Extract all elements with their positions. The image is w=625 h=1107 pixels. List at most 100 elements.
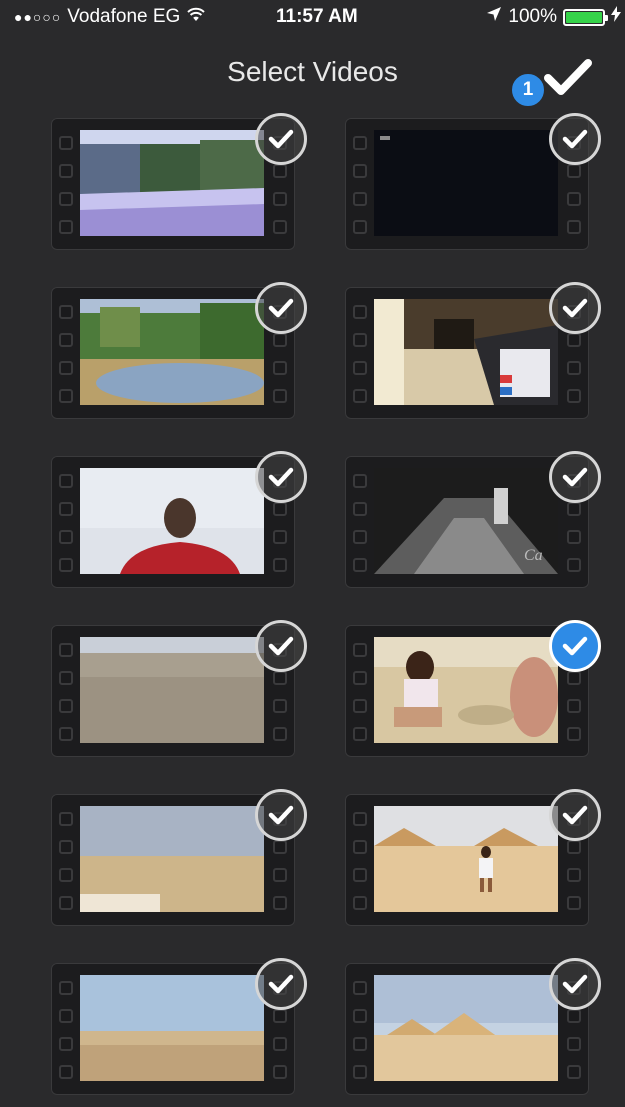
film-sprocket (59, 192, 73, 206)
film-sprocket (273, 1009, 287, 1023)
film-sprocket (353, 220, 367, 234)
film-sprocket (59, 558, 73, 572)
video-tile[interactable] (345, 620, 601, 757)
video-thumbnail (80, 806, 264, 912)
video-tile[interactable]: Ca (345, 451, 601, 588)
film-sprocket (567, 727, 581, 741)
status-bar: ●●○○○ Vodafone EG 11:57 AM 100% (0, 0, 625, 34)
film-sprocket (353, 389, 367, 403)
film-sprocket (59, 502, 73, 516)
checkmark-icon[interactable] (255, 113, 307, 165)
video-tile[interactable] (345, 282, 601, 419)
checkmark-icon[interactable] (255, 789, 307, 841)
film-sprocket (353, 840, 367, 854)
video-thumbnail (80, 130, 264, 236)
film-sprocket (273, 192, 287, 206)
video-tile[interactable] (345, 113, 601, 250)
video-tile[interactable] (51, 620, 307, 757)
film-sprocket (353, 192, 367, 206)
film-sprocket (273, 868, 287, 882)
film-sprocket (567, 502, 581, 516)
video-tile[interactable] (345, 958, 601, 1095)
battery-icon (563, 8, 608, 26)
film-sprocket (353, 474, 367, 488)
film-sprocket (273, 558, 287, 572)
film-sprocket (273, 840, 287, 854)
video-thumbnail (80, 299, 264, 405)
film-sprocket (567, 220, 581, 234)
select-videos-screen: ●●○○○ Vodafone EG 11:57 AM 100% Select V… (0, 0, 625, 1107)
checkmark-icon[interactable] (549, 958, 601, 1010)
film-sprocket (353, 333, 367, 347)
video-tile[interactable] (345, 789, 601, 926)
film-sprocket (567, 333, 581, 347)
film-sprocket (567, 530, 581, 544)
nav-bar: Select Videos 1 (0, 34, 625, 108)
film-sprocket (567, 389, 581, 403)
selected-count-badge: 1 (510, 72, 546, 108)
film-sprocket (59, 164, 73, 178)
video-thumbnail (374, 299, 558, 405)
video-thumbnail: Ca (374, 468, 558, 574)
film-sprocket (59, 220, 73, 234)
checkmark-icon[interactable] (255, 451, 307, 503)
film-sprocket (273, 1037, 287, 1051)
film-sprocket (567, 868, 581, 882)
video-thumbnail (80, 975, 264, 1081)
selected-checkmark-icon[interactable] (549, 620, 601, 672)
film-sprocket (567, 840, 581, 854)
checkmark-icon[interactable] (549, 113, 601, 165)
film-sprocket (567, 896, 581, 910)
checkmark-icon[interactable] (549, 789, 601, 841)
film-sprocket (353, 502, 367, 516)
film-sprocket (59, 1009, 73, 1023)
film-sprocket (567, 1009, 581, 1023)
film-sprocket (567, 1037, 581, 1051)
video-tile[interactable] (51, 282, 307, 419)
film-sprocket (273, 671, 287, 685)
film-sprocket (59, 671, 73, 685)
film-sprocket (353, 671, 367, 685)
video-tile[interactable] (51, 789, 307, 926)
checkmark-icon[interactable] (255, 282, 307, 334)
video-thumbnail (374, 975, 558, 1081)
film-sprocket (353, 868, 367, 882)
film-sprocket (273, 361, 287, 375)
video-thumbnail (374, 637, 558, 743)
film-sprocket (59, 643, 73, 657)
film-sprocket (353, 1037, 367, 1051)
film-sprocket (353, 136, 367, 150)
film-sprocket (353, 1009, 367, 1023)
checkmark-icon[interactable] (549, 282, 601, 334)
film-sprocket (353, 643, 367, 657)
video-thumbnail (374, 806, 558, 912)
film-sprocket (273, 727, 287, 741)
video-tile[interactable] (51, 958, 307, 1095)
film-sprocket (567, 1065, 581, 1079)
location-arrow-icon (486, 6, 502, 28)
film-sprocket (353, 699, 367, 713)
film-sprocket (59, 1037, 73, 1051)
film-sprocket (353, 305, 367, 319)
video-tile[interactable] (51, 451, 307, 588)
checkmark-icon (544, 59, 592, 95)
film-sprocket (353, 558, 367, 572)
checkmark-icon[interactable] (255, 958, 307, 1010)
done-button[interactable] (542, 54, 594, 100)
video-thumbnail (80, 468, 264, 574)
film-sprocket (273, 164, 287, 178)
film-sprocket (353, 981, 367, 995)
status-time: 11:57 AM (276, 6, 358, 27)
film-sprocket (273, 502, 287, 516)
film-sprocket (273, 1065, 287, 1079)
checkmark-icon[interactable] (549, 451, 601, 503)
wifi-icon (186, 6, 206, 28)
checkmark-icon[interactable] (255, 620, 307, 672)
film-sprocket (273, 530, 287, 544)
film-sprocket (567, 699, 581, 713)
bolt-icon (611, 6, 621, 28)
film-sprocket (353, 727, 367, 741)
film-sprocket (59, 333, 73, 347)
video-tile[interactable] (51, 113, 307, 250)
film-sprocket (273, 333, 287, 347)
